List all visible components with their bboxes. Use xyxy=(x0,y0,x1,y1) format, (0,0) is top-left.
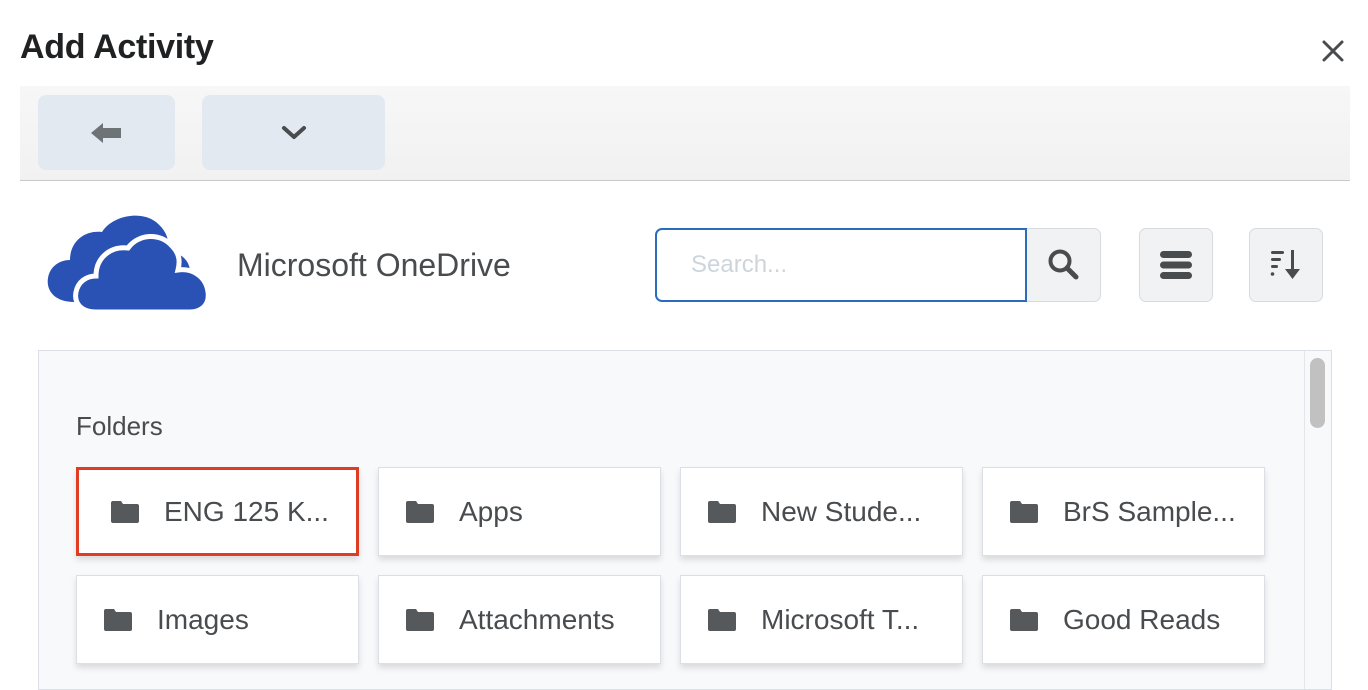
folder-tile[interactable]: Microsoft T... xyxy=(680,575,963,664)
folder-icon xyxy=(406,500,434,523)
folder-label: Apps xyxy=(459,495,523,527)
close-button[interactable] xyxy=(1318,36,1348,66)
more-options-button[interactable] xyxy=(202,95,385,170)
folder-icon xyxy=(1010,608,1038,631)
arrow-left-icon xyxy=(90,122,121,143)
onedrive-cloud-icon xyxy=(47,215,211,315)
search-input[interactable] xyxy=(655,228,1027,302)
folder-icon xyxy=(111,500,139,523)
close-icon xyxy=(1322,40,1344,62)
folder-label: New Stude... xyxy=(761,495,922,527)
view-toggle-button[interactable] xyxy=(1139,228,1213,302)
folder-tile[interactable]: BrS Sample... xyxy=(982,467,1265,556)
scrollbar[interactable] xyxy=(1304,351,1331,689)
folder-tile[interactable]: Images xyxy=(76,575,359,664)
folder-icon xyxy=(406,608,434,631)
file-browser-panel: Folders ENG 125 K... Apps New Stude... BrS … xyxy=(38,350,1332,690)
search-button[interactable] xyxy=(1027,228,1101,302)
chevron-down-icon xyxy=(281,125,306,139)
folder-label: Microsoft T... xyxy=(761,603,920,635)
folder-label: Images xyxy=(157,603,249,635)
folder-icon xyxy=(1010,500,1038,523)
folder-tile[interactable]: Attachments xyxy=(378,575,661,664)
folder-label: Good Reads xyxy=(1063,603,1221,635)
folder-label: ENG 125 K... xyxy=(164,495,329,527)
folder-tile[interactable]: Good Reads xyxy=(982,575,1265,664)
folder-icon xyxy=(708,500,736,523)
sort-button[interactable] xyxy=(1249,228,1323,302)
folder-label: Attachments xyxy=(459,603,615,635)
scrollbar-thumb[interactable] xyxy=(1310,358,1325,428)
list-view-icon xyxy=(1160,251,1192,279)
back-button[interactable] xyxy=(38,95,175,170)
search-icon xyxy=(1048,249,1078,280)
sort-descending-icon xyxy=(1270,250,1300,279)
folder-tile[interactable]: ENG 125 K... xyxy=(76,467,359,556)
dialog-title: Add Activity xyxy=(20,28,214,66)
folder-icon xyxy=(708,608,736,631)
folder-tile[interactable]: New Stude... xyxy=(680,467,963,556)
provider-name: Microsoft OneDrive xyxy=(237,247,511,283)
toolbar xyxy=(20,86,1350,181)
folder-tile[interactable]: Apps xyxy=(378,467,661,556)
folder-icon xyxy=(104,608,132,631)
folders-section-label: Folders xyxy=(76,411,163,441)
folder-label: BrS Sample... xyxy=(1063,495,1236,527)
